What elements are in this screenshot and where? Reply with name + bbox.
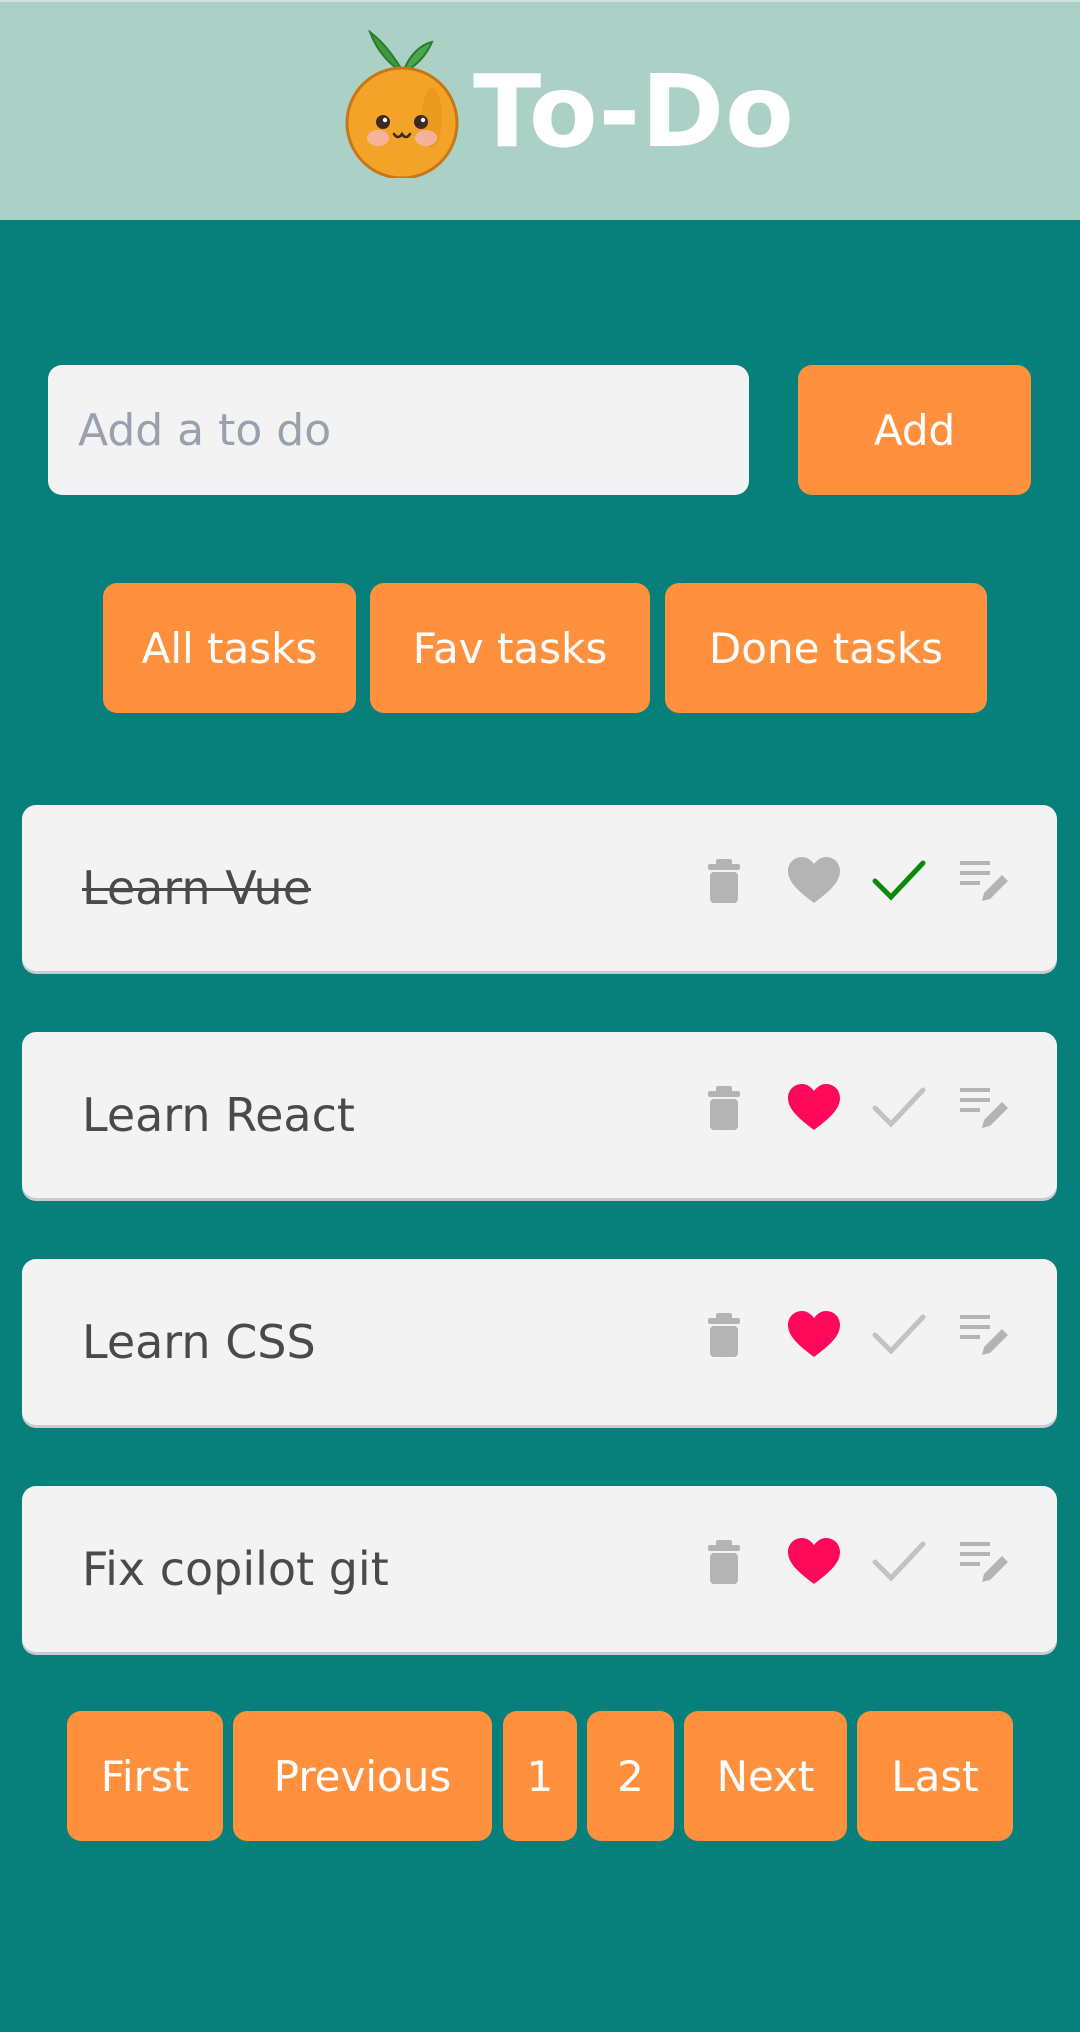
trash-icon[interactable]: [699, 1078, 759, 1138]
orange-logo-icon: [340, 29, 464, 180]
filter-all-tasks-button[interactable]: All tasks: [103, 583, 356, 713]
pagination-last-button[interactable]: Last: [857, 1711, 1013, 1841]
task-text: Fix copilot git: [82, 1542, 389, 1596]
heart-icon[interactable]: [784, 1532, 844, 1592]
pagination-page-1-button[interactable]: 1: [503, 1711, 577, 1841]
edit-list-icon[interactable]: [954, 1532, 1014, 1592]
add-button[interactable]: Add: [798, 365, 1031, 495]
trash-icon[interactable]: [699, 1532, 759, 1592]
check-icon[interactable]: [869, 851, 929, 911]
heart-icon[interactable]: [784, 1078, 844, 1138]
heart-icon[interactable]: [784, 1305, 844, 1365]
pagination-previous-button[interactable]: Previous: [233, 1711, 492, 1841]
edit-list-icon[interactable]: [954, 1078, 1014, 1138]
filter-fav-tasks-button[interactable]: Fav tasks: [370, 583, 650, 713]
check-icon[interactable]: [869, 1078, 929, 1138]
edit-list-icon[interactable]: [954, 851, 1014, 911]
task-text: Learn CSS: [82, 1315, 316, 1369]
app-header: To-Do: [0, 0, 1080, 220]
filter-done-tasks-button[interactable]: Done tasks: [665, 583, 987, 713]
edit-list-icon[interactable]: [954, 1305, 1014, 1365]
new-task-input[interactable]: [48, 365, 749, 495]
heart-icon[interactable]: [784, 851, 844, 911]
trash-icon[interactable]: [699, 1305, 759, 1365]
task-item: Fix copilot git: [22, 1486, 1057, 1652]
task-text: Learn React: [82, 1088, 355, 1142]
check-icon[interactable]: [869, 1532, 929, 1592]
pagination-page-2-button[interactable]: 2: [587, 1711, 674, 1841]
task-text: Learn Vue: [82, 861, 311, 915]
pagination-first-button[interactable]: First: [67, 1711, 223, 1841]
task-item: Learn Vue: [22, 805, 1057, 971]
task-item: Learn React: [22, 1032, 1057, 1198]
app-title: To-Do: [473, 53, 795, 170]
pagination-next-button[interactable]: Next: [684, 1711, 847, 1841]
trash-icon[interactable]: [699, 851, 759, 911]
task-item: Learn CSS: [22, 1259, 1057, 1425]
check-icon[interactable]: [869, 1305, 929, 1365]
